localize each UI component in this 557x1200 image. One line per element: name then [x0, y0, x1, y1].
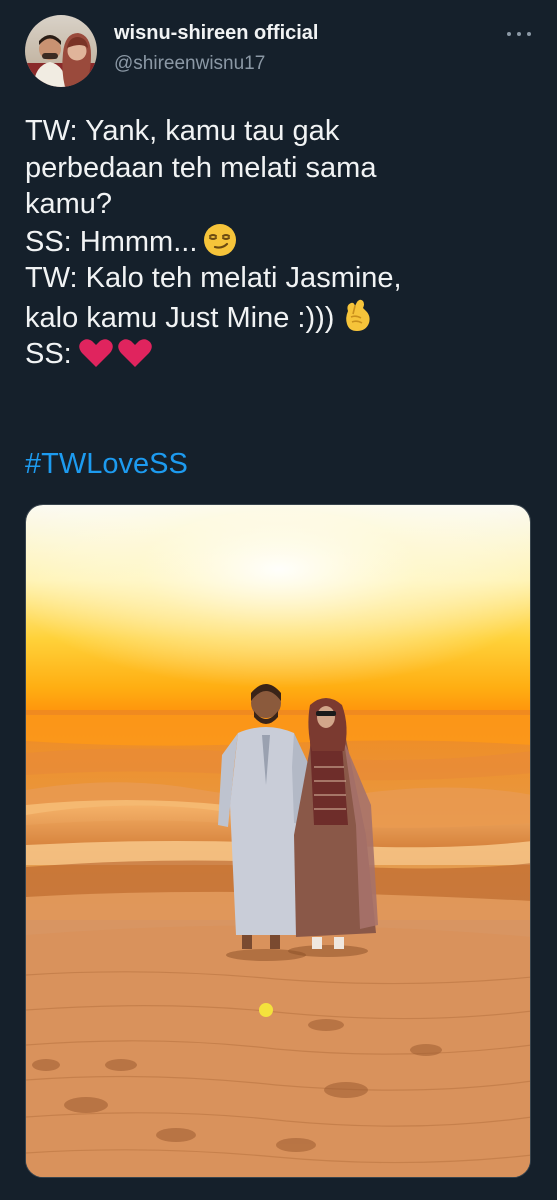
tweet-line-with-emoji: kalo kamu Just Mine :)))	[25, 297, 545, 337]
tweet-card: wisnu-shireen official @shireenwisnu17 T…	[0, 0, 557, 1200]
hashtag-link[interactable]: #TWLoveSS	[25, 448, 188, 481]
tweet-text: TW: Yank, kamu tau gak perbedaan teh mel…	[25, 113, 545, 373]
tweet-line-with-emoji: SS: Hmmm...	[25, 223, 545, 261]
finger-heart-hand-icon	[340, 297, 374, 333]
more-dot	[527, 32, 531, 36]
more-dot	[517, 32, 521, 36]
tweet-line: SS:	[25, 338, 72, 370]
tweet-line: kamu?	[25, 188, 113, 220]
more-options-icon[interactable]	[502, 24, 536, 46]
tweet-line: kalo kamu Just Mine :)))	[25, 301, 335, 334]
author-avatar[interactable]	[25, 15, 97, 87]
smirking-face-icon	[203, 223, 237, 257]
tweet-photo[interactable]	[25, 504, 531, 1178]
tweet-line: perbedaan teh melati sama	[25, 151, 377, 184]
tweet-line-with-emoji: SS:	[25, 336, 545, 373]
tweet-line: TW: Yank, kamu tau gak	[25, 115, 340, 147]
author-handle[interactable]: @shireenwisnu17	[114, 53, 265, 75]
tweet-line: TW: Kalo teh melati Jasmine,	[25, 262, 402, 294]
two-red-hearts-icon	[78, 337, 154, 369]
more-dot	[507, 32, 511, 36]
author-display-name[interactable]: wisnu-shireen official	[114, 22, 318, 45]
tweet-line: SS: Hmmm...	[25, 225, 198, 258]
